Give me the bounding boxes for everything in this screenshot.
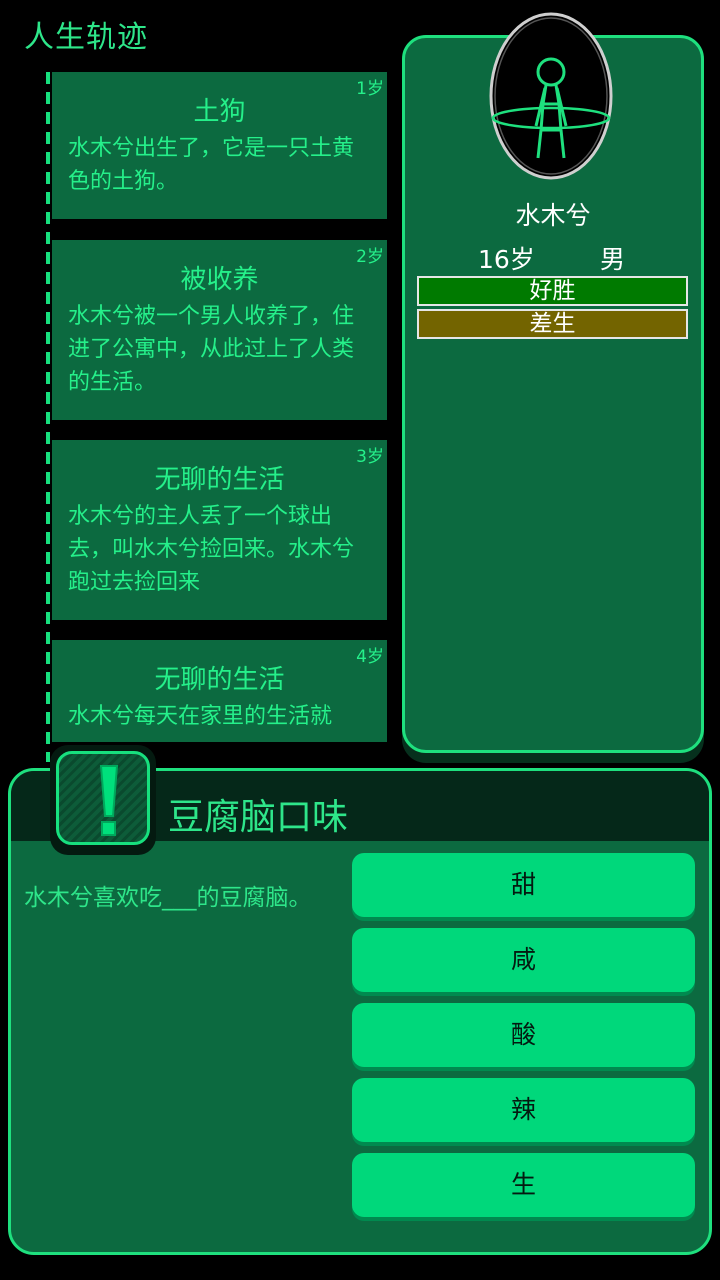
character-name: 水木兮 xyxy=(515,201,591,230)
dialog-title: 豆腐脑口味 xyxy=(168,797,349,838)
event-age: 3岁 xyxy=(356,447,384,467)
option-button-raw[interactable]: 生 xyxy=(352,1153,695,1217)
trait-badge: 好胜 xyxy=(417,276,688,306)
character-age: 16岁 xyxy=(478,245,535,274)
event-text: 水木兮出生了，它是一只土黄色的土狗。 xyxy=(68,136,355,194)
option-button-sweet[interactable]: 甜 xyxy=(352,853,695,917)
event-title: 无聊的生活 xyxy=(154,665,285,695)
timeline-card[interactable]: 1岁 土狗 水木兮出生了，它是一只土黄色的土狗。 xyxy=(52,72,387,219)
option-button-sour[interactable]: 酸 xyxy=(352,1003,695,1067)
event-text: 水木兮每天在家里的生活就 xyxy=(68,704,333,729)
page-title: 人生轨迹 xyxy=(24,20,148,55)
event-text: 水木兮的主人丢了一个球出去，叫水木兮捡回来。水木兮跑过去捡回来 xyxy=(68,504,355,595)
trait-badge: 差生 xyxy=(417,309,688,339)
timeline-card[interactable]: 2岁 被收养 水木兮被一个男人收养了，住进了公寓中，从此过上了人类的生活。 xyxy=(52,240,387,420)
event-title: 被收养 xyxy=(180,265,259,295)
character-gender: 男 xyxy=(600,245,626,274)
event-age: 1岁 xyxy=(356,79,384,99)
stick-figure-egg-icon xyxy=(489,12,613,180)
event-title: 无聊的生活 xyxy=(154,465,285,495)
alert-badge xyxy=(50,745,156,855)
question-text: 水木兮喜欢吃___的豆腐脑。 xyxy=(24,885,312,911)
event-age: 2岁 xyxy=(356,247,384,267)
exclamation-icon xyxy=(56,751,150,845)
event-title: 土狗 xyxy=(193,97,246,127)
timeline-line xyxy=(46,72,50,762)
timeline-card[interactable]: 4岁 无聊的生活 水木兮每天在家里的生活就 xyxy=(52,640,387,742)
event-text: 水木兮被一个男人收养了，住进了公寓中，从此过上了人类的生活。 xyxy=(68,304,355,395)
option-button-salty[interactable]: 咸 xyxy=(352,928,695,992)
game-screen: 人生轨迹 1岁 土狗 水木兮出生了，它是一只土黄色的土狗。 2岁 被收养 水木兮… xyxy=(0,0,720,1280)
option-button-spicy[interactable]: 辣 xyxy=(352,1078,695,1142)
timeline-card[interactable]: 3岁 无聊的生活 水木兮的主人丢了一个球出去，叫水木兮捡回来。水木兮跑过去捡回来 xyxy=(52,440,387,620)
event-age: 4岁 xyxy=(356,647,384,667)
